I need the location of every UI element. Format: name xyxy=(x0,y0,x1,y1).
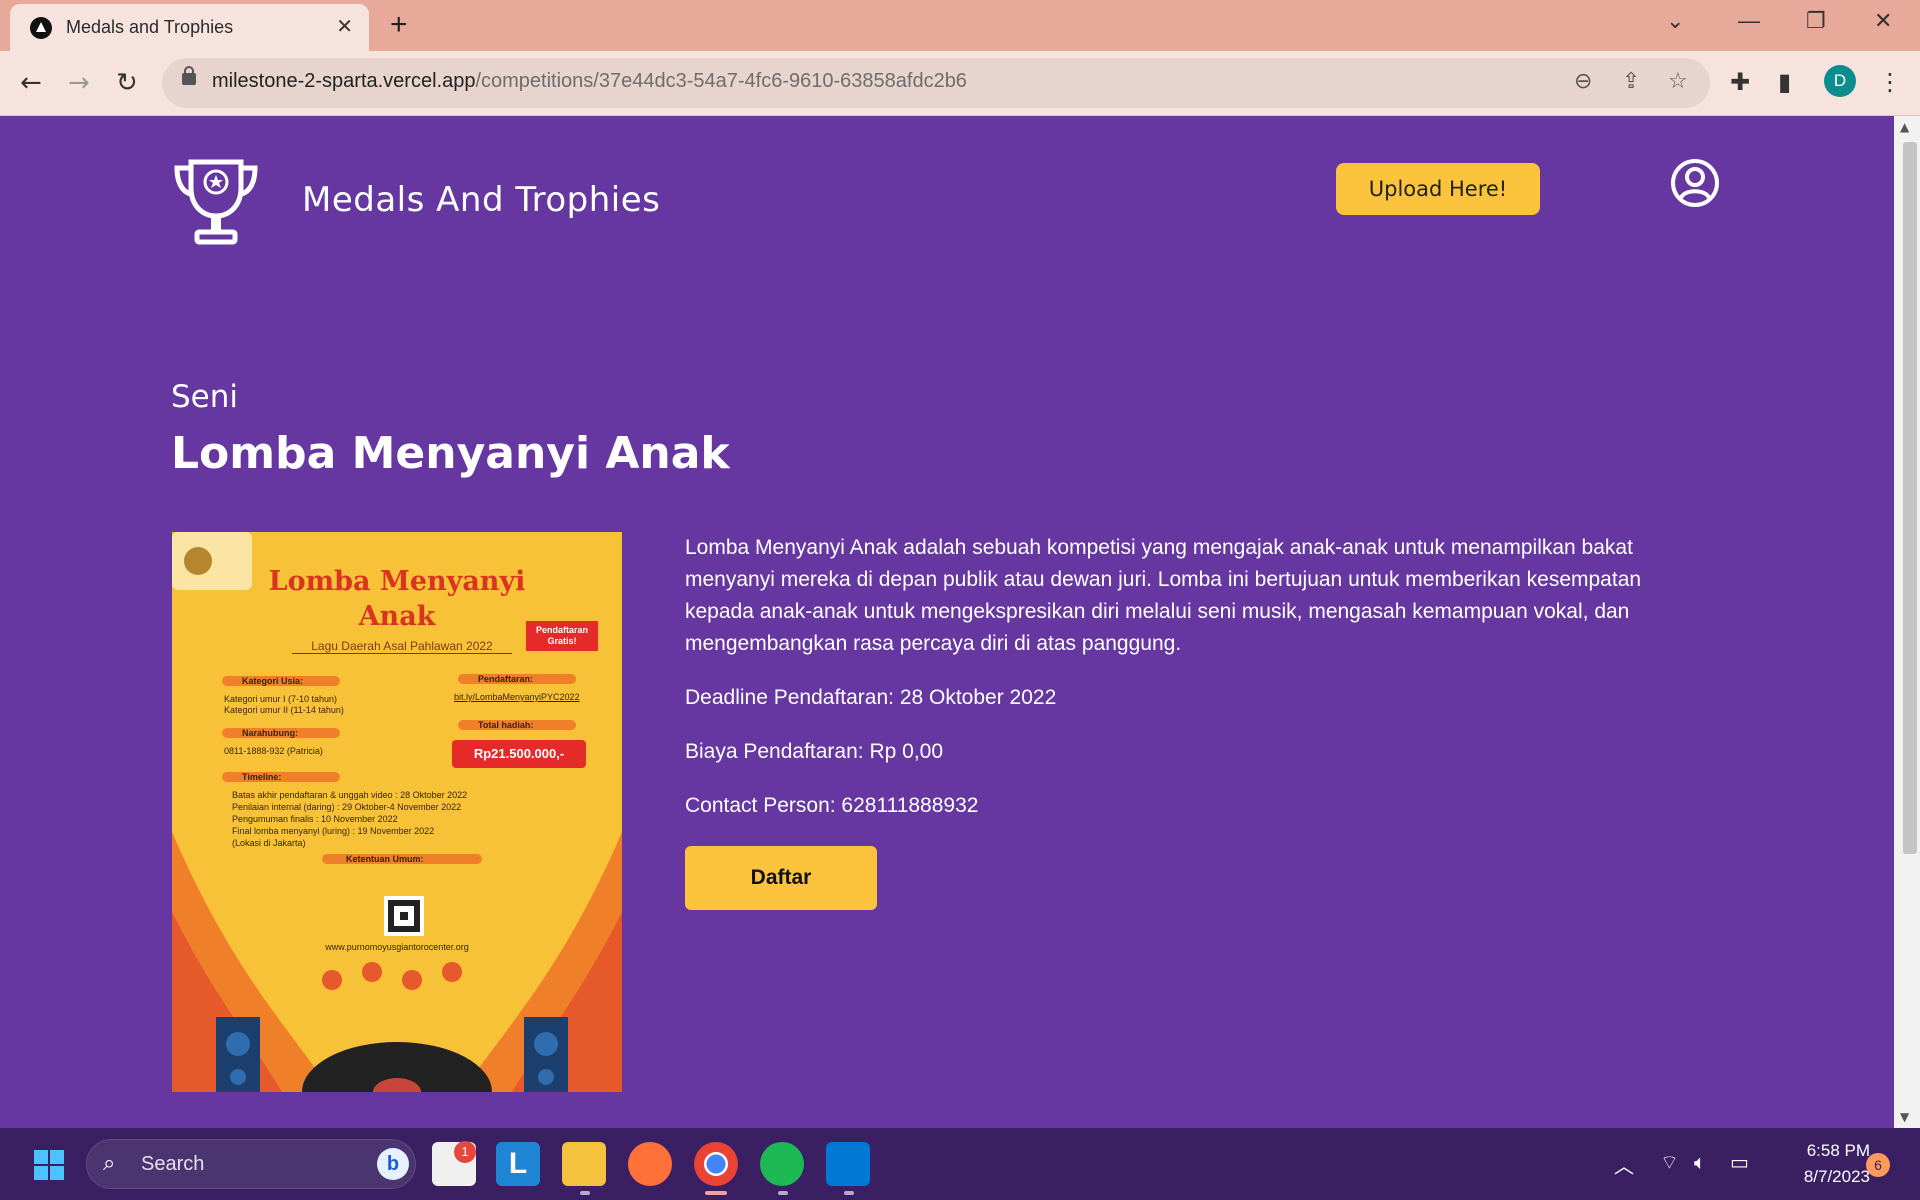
page-content: Medals And Trophies Upload Here! Seni Lo… xyxy=(0,116,1894,1128)
extensions-puzzle-icon[interactable]: ✚ xyxy=(1730,68,1750,96)
search-icon: ⌕ xyxy=(103,1151,116,1176)
url-text: milestone-2-sparta.vercel.app/competitio… xyxy=(212,70,967,92)
scroll-up-icon[interactable]: ▲ xyxy=(1900,120,1909,134)
lock-icon xyxy=(182,66,196,85)
contact-person: Contact Person: 628111888932 xyxy=(685,794,979,817)
l-app-icon[interactable]: L xyxy=(496,1142,540,1186)
close-tab-icon[interactable]: ✕ xyxy=(336,14,353,38)
vscode-icon[interactable] xyxy=(826,1142,870,1186)
reload-icon[interactable]: ↻ xyxy=(116,68,138,98)
close-window-icon[interactable]: ✕ xyxy=(1874,8,1892,34)
profile-avatar[interactable]: D xyxy=(1824,65,1856,97)
poster-details: Kategori Usia: Kategori umur I (7-10 tah… xyxy=(222,674,580,952)
taskbar-search[interactable]: ⌕ Search b xyxy=(86,1139,416,1189)
firefox-icon[interactable] xyxy=(628,1142,672,1186)
vscode-running-indicator xyxy=(844,1191,854,1195)
battery-icon[interactable]: ▭ xyxy=(1730,1150,1749,1174)
tab-title: Medals and Trophies xyxy=(66,17,234,37)
vercel-favicon-icon xyxy=(30,17,52,39)
register-button[interactable]: Daftar xyxy=(685,846,877,910)
bing-icon[interactable]: b xyxy=(377,1148,409,1180)
chrome-icon[interactable] xyxy=(694,1142,738,1186)
scrollbar-thumb[interactable] xyxy=(1903,142,1917,854)
registration-fee: Biaya Pendaftaran: Rp 0,00 xyxy=(685,740,944,763)
browser-tab[interactable]: Medals and Trophies ✕ xyxy=(10,4,369,51)
competition-description: Lomba Menyanyi Anak adalah sebuah kompet… xyxy=(685,536,1642,655)
system-clock[interactable]: 6:58 PM 8/7/2023 xyxy=(1770,1138,1870,1190)
windows-start-icon[interactable] xyxy=(34,1150,64,1180)
competition-category: Seni xyxy=(171,379,239,415)
side-panel-icon[interactable]: ▮ xyxy=(1778,68,1791,96)
notification-count-badge[interactable]: 6 xyxy=(1866,1153,1890,1177)
address-bar[interactable]: milestone-2-sparta.vercel.app/competitio… xyxy=(162,58,1710,108)
back-icon[interactable]: ← xyxy=(20,68,42,98)
spotify-running-indicator xyxy=(778,1191,788,1195)
tab-search-chevron-icon[interactable]: ⌄ xyxy=(1666,8,1684,34)
volume-icon[interactable]: 🔈︎ xyxy=(1694,1150,1706,1174)
upload-button[interactable]: Upload Here! xyxy=(1336,163,1540,215)
wifi-icon[interactable]: ⌔ xyxy=(1660,1150,1679,1175)
new-tab-icon[interactable]: + xyxy=(390,8,408,42)
show-hidden-icons-chevron-icon[interactable]: ︿ xyxy=(1614,1150,1634,1179)
restore-icon[interactable]: ❐ xyxy=(1806,8,1826,34)
minimize-icon[interactable]: — xyxy=(1738,8,1760,34)
spotify-icon[interactable] xyxy=(760,1142,804,1186)
scroll-down-icon[interactable]: ▼ xyxy=(1900,1110,1909,1124)
brand-name[interactable]: Medals And Trophies xyxy=(302,180,660,220)
bookmark-star-icon[interactable]: ☆ xyxy=(1668,69,1688,94)
chrome-active-indicator xyxy=(705,1191,727,1195)
more-menu-icon[interactable]: ⋮ xyxy=(1878,68,1902,96)
competition-title: Lomba Menyanyi Anak xyxy=(171,428,730,479)
competition-poster: Lomba Menyanyi Anak Lagu Daerah Asal Pah… xyxy=(172,532,622,1092)
windows-taskbar: ⌕ Search b L ︿ ⌔ 🔈︎ ▭ 6:58 PM 8/7/2023 6 xyxy=(0,1128,1920,1200)
browser-tab-strip: Medals and Trophies ✕ + ⌄ — ❐ ✕ xyxy=(0,0,1920,51)
forward-icon[interactable]: → xyxy=(68,68,90,98)
file-explorer-icon[interactable] xyxy=(562,1142,606,1186)
user-account-icon[interactable] xyxy=(1670,158,1720,208)
registration-deadline: Deadline Pendaftaran: 28 Oktober 2022 xyxy=(685,686,1057,709)
explorer-running-indicator xyxy=(580,1191,590,1195)
share-icon[interactable]: ⇪ xyxy=(1622,69,1640,94)
trophy-logo-icon[interactable] xyxy=(171,158,261,248)
store-notification-badge: 1 xyxy=(454,1141,476,1163)
zoom-out-icon[interactable]: ⊖ xyxy=(1574,69,1592,94)
search-placeholder: Search xyxy=(141,1153,205,1175)
browser-toolbar: ← → ↻ milestone-2-sparta.vercel.app/comp… xyxy=(0,51,1920,116)
